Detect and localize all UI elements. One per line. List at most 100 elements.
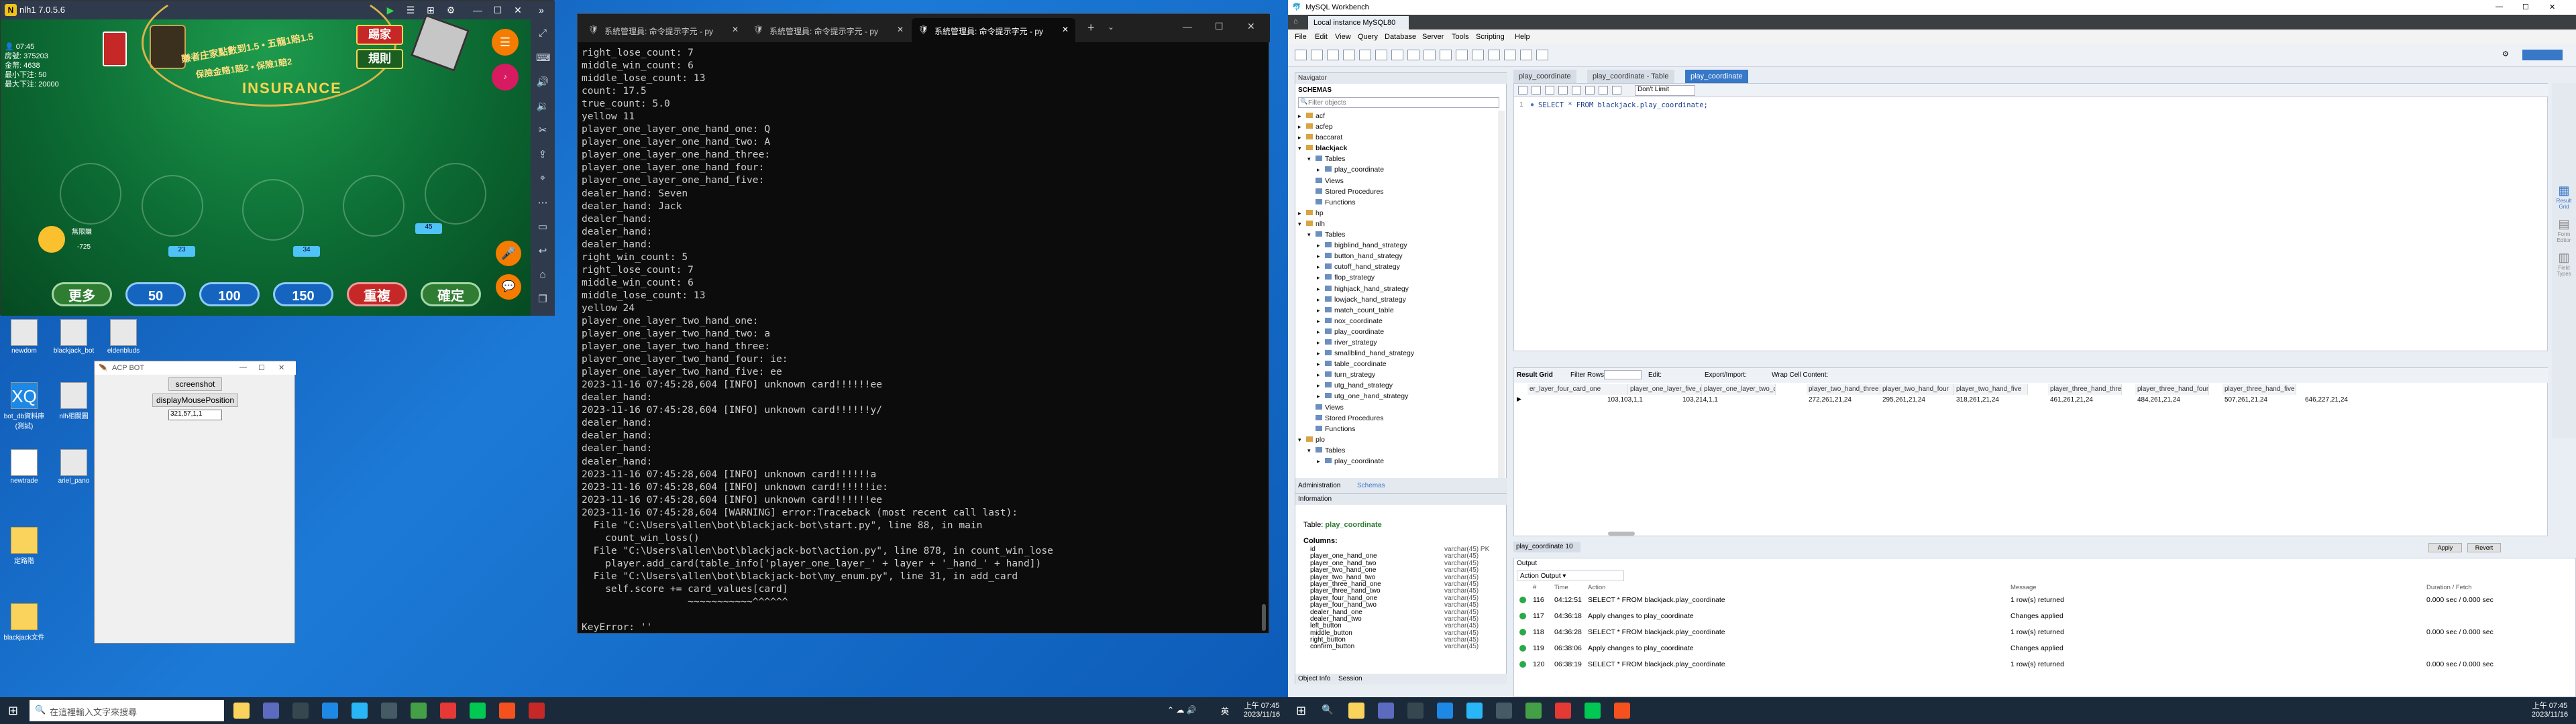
- language-indicator[interactable]: 英: [1221, 705, 1229, 717]
- output-cell[interactable]: Changes applied: [2010, 612, 2063, 620]
- terminal-output[interactable]: right_lose_count: 7 middle_win_count: 6 mi…: [582, 46, 1259, 633]
- clock[interactable]: 上午 07:45 2023/11/16: [2526, 700, 2573, 719]
- layout-toggle[interactable]: [2522, 50, 2563, 60]
- tree-node[interactable]: ▸ button_hand_strategy: [1298, 251, 1497, 261]
- output-cell[interactable]: 04:12:51: [1554, 596, 1582, 604]
- output-cell[interactable]: 0.000 sec / 0.000 sec: [2426, 596, 2493, 604]
- back-icon[interactable]: ↩: [536, 245, 549, 258]
- home-icon[interactable]: ⌂: [1293, 17, 1298, 25]
- tree-node[interactable]: ▾ Tables: [1298, 154, 1497, 164]
- tree-node[interactable]: ▸ nox_coordinate: [1298, 316, 1497, 326]
- new-tab-icon[interactable]: +: [1087, 21, 1095, 35]
- confirm-button[interactable]: 確定: [421, 282, 481, 306]
- grid-header[interactable]: player_two_hand_three: [1807, 384, 1880, 395]
- tree-node[interactable]: ▸ baccarat: [1298, 132, 1497, 143]
- toolbar-button-icon[interactable]: [1407, 50, 1419, 60]
- app-icon[interactable]: [440, 703, 456, 719]
- expand-icon[interactable]: ▸: [1317, 240, 1325, 251]
- desktop-icon[interactable]: newdom: [3, 319, 46, 355]
- file-explorer-icon[interactable]: [1348, 703, 1364, 719]
- tree-node[interactable]: ▾ nlh: [1298, 219, 1497, 229]
- windows-start-icon[interactable]: ⊞: [1296, 704, 1306, 718]
- editor-tool-icon[interactable]: [1612, 86, 1621, 95]
- output-cell[interactable]: Apply changes to play_coordinate: [1588, 644, 1694, 652]
- expand-icon[interactable]: ▸: [1317, 380, 1325, 391]
- tree-node[interactable]: ▸ utg_one_hand_strategy: [1298, 391, 1497, 402]
- output-cell[interactable]: 0.000 sec / 0.000 sec: [2426, 628, 2493, 636]
- screenshot-icon[interactable]: ✂: [536, 124, 549, 137]
- toolbar-button-icon[interactable]: [1391, 50, 1403, 60]
- coords-field[interactable]: 321,57,1,1: [168, 410, 222, 420]
- menu-query[interactable]: Query: [1358, 33, 1378, 41]
- output-cell[interactable]: SELECT * FROM blackjack.play_coordinate: [1588, 660, 1725, 668]
- gear-icon[interactable]: ⚙: [2502, 50, 2509, 58]
- expand-icon[interactable]: ▸: [1317, 251, 1325, 261]
- revert-button[interactable]: Revert: [2467, 543, 2501, 552]
- tree-node[interactable]: ▸ acfep: [1298, 121, 1497, 132]
- nox-icon[interactable]: [1614, 703, 1630, 719]
- file-explorer-icon[interactable]: [233, 703, 250, 719]
- output-cell[interactable]: SELECT * FROM blackjack.play_coordinate: [1588, 628, 1725, 636]
- sql-text[interactable]: SELECT * FROM blackjack.play_coordinate;: [1538, 101, 1708, 109]
- grid-cell[interactable]: 103,214,1,1: [1680, 396, 1718, 405]
- editor-tab[interactable]: play_coordinate - Table: [1587, 70, 1674, 83]
- play-icon[interactable]: ▶: [383, 3, 398, 17]
- tree-node[interactable]: ▸ acf: [1298, 111, 1497, 121]
- output-cell[interactable]: 1 row(s) returned: [2010, 660, 2064, 668]
- tree-node[interactable]: Views: [1298, 176, 1497, 186]
- editor-tool-icon[interactable]: [1532, 86, 1541, 95]
- keyboard-icon[interactable]: ⌨: [536, 52, 551, 65]
- desktop-icon[interactable]: XQ bot_db資料庫(測試): [3, 382, 46, 430]
- desktop-icon[interactable]: 定路階: [3, 527, 46, 565]
- more-button[interactable]: 更多: [52, 282, 112, 306]
- tree-node[interactable]: ▾ Tables: [1298, 445, 1497, 456]
- kick-button[interactable]: 踢家: [356, 25, 403, 45]
- nox-player-window[interactable]: N nlh1 7.0.5.6 ▶ ☰ ⊞ ⚙ — ☐ ✕ » 👤 07:45 房…: [0, 0, 555, 316]
- tree-node[interactable]: ▸ hp: [1298, 208, 1497, 219]
- output-cell[interactable]: SELECT * FROM blackjack.play_coordinate: [1588, 596, 1725, 604]
- expand-icon[interactable]: ▾: [1298, 143, 1306, 154]
- import-icon[interactable]: ⇪: [536, 148, 549, 162]
- action-output-select[interactable]: Action Output ▾: [1517, 570, 1624, 581]
- terminal-icon[interactable]: [1407, 703, 1424, 719]
- workbench-icon[interactable]: [381, 703, 397, 719]
- volume-up-icon[interactable]: 🔊: [536, 76, 549, 89]
- expand-icon[interactable]: ▾: [1298, 434, 1306, 445]
- tree-node[interactable]: ▸ lowjack_hand_strategy: [1298, 294, 1497, 305]
- result-grid-tool[interactable]: ▦ Result Grid: [2553, 184, 2575, 210]
- rules-button[interactable]: 規則: [356, 49, 403, 69]
- vscode-icon[interactable]: [352, 703, 368, 719]
- chip-150[interactable]: 150: [273, 282, 333, 306]
- menu-round-icon[interactable]: ☰: [492, 29, 519, 56]
- maximize-icon[interactable]: ☐: [1215, 21, 1224, 32]
- menu-help[interactable]: Help: [1515, 33, 1530, 41]
- toolbar-button-icon[interactable]: [1520, 50, 1532, 60]
- recent-apps-icon[interactable]: ❐: [536, 293, 549, 306]
- output-cell[interactable]: Changes applied: [2010, 644, 2063, 652]
- desktop-icon[interactable]: nlh相關圖: [52, 382, 95, 420]
- nox-icon[interactable]: [499, 703, 515, 719]
- close-icon[interactable]: ✕: [1062, 25, 1069, 34]
- expand-icon[interactable]: ▸: [1317, 348, 1325, 359]
- expand-icon[interactable]: ▸: [1317, 369, 1325, 380]
- close-icon[interactable]: ✕: [897, 25, 904, 34]
- maximize-icon[interactable]: ☐: [258, 363, 265, 372]
- desktop-icon[interactable]: newtrade: [3, 449, 46, 485]
- chevron-down-icon[interactable]: ⌄: [1108, 22, 1114, 32]
- tree-node[interactable]: ▾ plo: [1298, 434, 1497, 445]
- output-cell[interactable]: 06:38:19: [1554, 660, 1582, 668]
- chip-50[interactable]: 50: [125, 282, 186, 306]
- grid-header[interactable]: player_two_hand_five: [1954, 384, 2028, 395]
- menu-server[interactable]: Server: [1422, 33, 1444, 41]
- expand-icon[interactable]: »: [534, 3, 549, 17]
- schema-tree[interactable]: ▸ acf ▸ acfep ▸ baccarat ▾ blackjack ▾ Tables ▸ pla…: [1298, 111, 1497, 467]
- tree-node[interactable]: Functions: [1298, 197, 1497, 208]
- output-cell[interactable]: 04:36:28: [1554, 628, 1582, 636]
- output-cell[interactable]: 120: [1533, 660, 1545, 668]
- filter-rows-input[interactable]: [1604, 370, 1642, 379]
- output-cell[interactable]: 04:36:18: [1554, 612, 1582, 620]
- scrollbar[interactable]: [1262, 604, 1266, 631]
- instance-tab[interactable]: Local instance MySQL80: [1308, 16, 1409, 29]
- minimize-icon[interactable]: —: [470, 3, 485, 17]
- grid-header[interactable]: player_one_layer_two_card_one_2: [1702, 384, 1776, 395]
